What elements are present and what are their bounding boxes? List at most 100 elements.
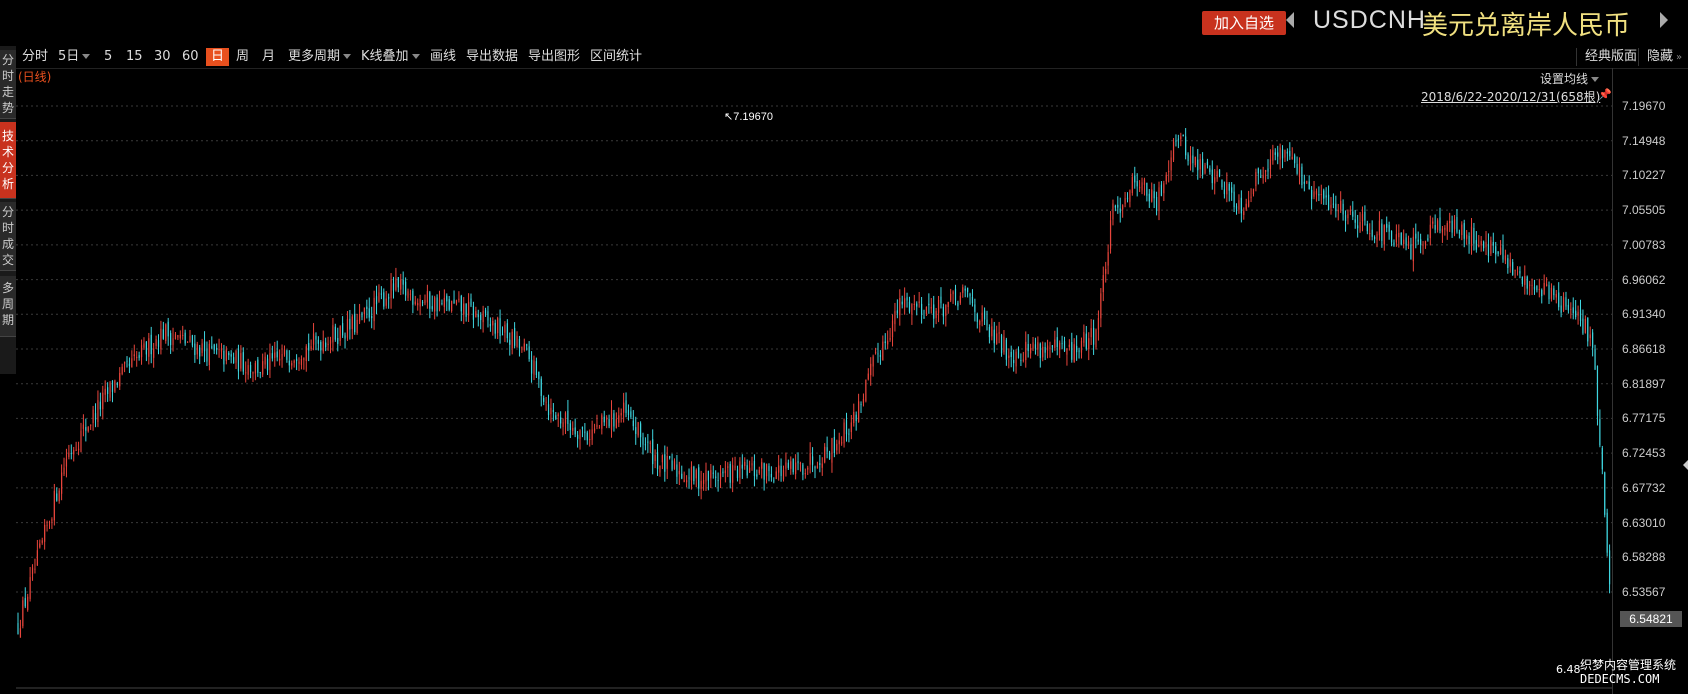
toolbar-5min[interactable]: 5 — [104, 48, 112, 66]
toolbar-month[interactable]: 月 — [262, 48, 275, 66]
candle-body — [1458, 232, 1460, 234]
candle-body — [724, 470, 726, 474]
toolbar-15min[interactable]: 15 — [126, 48, 143, 66]
candle-body — [1529, 284, 1531, 286]
candle-body — [850, 422, 852, 433]
candle-body — [65, 458, 68, 467]
candle-body — [550, 407, 552, 415]
toolbar-week[interactable]: 周 — [236, 48, 249, 66]
tab-technical-analysis[interactable]: 技术分析 — [0, 122, 16, 199]
toolbar-more-periods[interactable]: 更多周期 — [288, 48, 352, 66]
candle-body — [179, 334, 181, 339]
candle-body — [361, 312, 363, 318]
double-chevron-right-icon: » — [1676, 52, 1683, 63]
candle-body — [203, 341, 206, 352]
candle-body — [623, 402, 625, 413]
toolbar-export-image[interactable]: 导出图形 — [528, 48, 580, 66]
candle-body — [586, 432, 588, 441]
candle-body — [1298, 163, 1301, 177]
toolbar-range-stats[interactable]: 区间统计 — [590, 48, 642, 66]
candle-body — [34, 568, 36, 570]
tab-timeshare[interactable]: 分时走势 — [0, 50, 16, 119]
candle-body — [1470, 226, 1473, 247]
candle-body — [1541, 290, 1543, 297]
toolbar-60min[interactable]: 60 — [182, 48, 199, 66]
candle-body — [1100, 293, 1102, 319]
candle-body — [259, 372, 261, 374]
candle-body — [1245, 203, 1247, 210]
candle-body — [1434, 225, 1436, 230]
toolbar-export-data[interactable]: 导出数据 — [466, 48, 518, 66]
candle-body — [240, 353, 242, 369]
candle-body — [930, 307, 932, 309]
candle-body — [492, 320, 494, 326]
candle-body — [814, 467, 816, 469]
candle-body — [1189, 155, 1192, 165]
candlestick-chart[interactable]: ↖7.19670 — [16, 68, 1688, 694]
add-to-watchlist-button[interactable]: 加入自选 — [1202, 11, 1286, 35]
candle-body — [1185, 136, 1187, 156]
candle-body — [1415, 233, 1417, 239]
candle-body — [497, 318, 499, 334]
candle-body — [320, 341, 322, 351]
candle-body — [1034, 344, 1037, 349]
candle-body — [1056, 337, 1058, 348]
candle-body — [22, 600, 24, 627]
candle-body — [698, 467, 700, 489]
candle-body — [186, 341, 189, 343]
toolbar-kline-overlay[interactable]: K线叠加 — [361, 48, 420, 66]
candle-body — [1340, 200, 1342, 210]
candle-body — [385, 298, 387, 306]
candle-body — [201, 343, 203, 353]
candle-body — [642, 437, 644, 445]
pin-icon[interactable]: 📌 — [1598, 88, 1612, 101]
candle-body — [1109, 220, 1112, 249]
candle-body — [552, 409, 554, 413]
candle-body — [603, 416, 605, 423]
toolbar-day[interactable]: 日 — [206, 48, 230, 66]
candle-body — [1126, 197, 1129, 199]
candle-body — [1017, 349, 1020, 358]
toolbar-30min[interactable]: 30 — [154, 48, 171, 66]
candle-body — [1170, 157, 1172, 171]
tab-multi-period[interactable]: 多周期 — [0, 276, 16, 337]
candle-body — [472, 305, 475, 320]
candle-body — [933, 304, 935, 319]
candle-body — [1507, 258, 1509, 268]
candle-body — [913, 303, 915, 305]
candle-body — [981, 312, 983, 322]
candle-body — [627, 409, 630, 416]
hide-button[interactable]: 隐藏» — [1638, 48, 1682, 66]
toolbar-timeshare[interactable]: 分时 — [22, 48, 48, 66]
chevron-down-icon — [411, 54, 420, 59]
toolbar-5day[interactable]: 5日 — [58, 48, 91, 66]
candle-body — [1492, 242, 1494, 246]
candle-body — [1294, 155, 1296, 164]
candle-body — [230, 354, 232, 357]
candle-body — [375, 296, 378, 305]
tab-time-trades[interactable]: 分时成交 — [0, 202, 16, 271]
next-symbol-icon[interactable] — [1660, 12, 1668, 28]
candle-body — [1046, 345, 1049, 351]
candle-body — [1097, 318, 1100, 330]
candle-body — [208, 343, 210, 366]
candle-body — [373, 297, 375, 322]
candle-body — [1054, 339, 1056, 348]
ma-setting-dropdown[interactable]: 设置均线 — [1540, 70, 1600, 87]
candle-body — [339, 326, 341, 341]
candle-body — [1068, 344, 1070, 347]
candle-body — [1155, 197, 1158, 211]
toolbar-more-periods-label: 更多周期 — [288, 49, 341, 64]
classic-layout-button[interactable]: 经典版面 — [1576, 48, 1637, 66]
toolbar-draw-line[interactable]: 画线 — [430, 48, 456, 66]
candle-body — [371, 316, 373, 319]
candle-body — [1560, 305, 1562, 313]
candle-body — [1499, 247, 1502, 254]
candle-body — [1502, 245, 1504, 260]
candle-body — [654, 455, 656, 461]
candle-body — [979, 320, 981, 325]
candle-body — [1495, 246, 1497, 255]
previous-symbol-icon[interactable] — [1286, 12, 1294, 28]
date-range-label[interactable]: 2018/6/22-2020/12/31(658根) — [1421, 88, 1600, 105]
candle-body — [1570, 308, 1572, 310]
